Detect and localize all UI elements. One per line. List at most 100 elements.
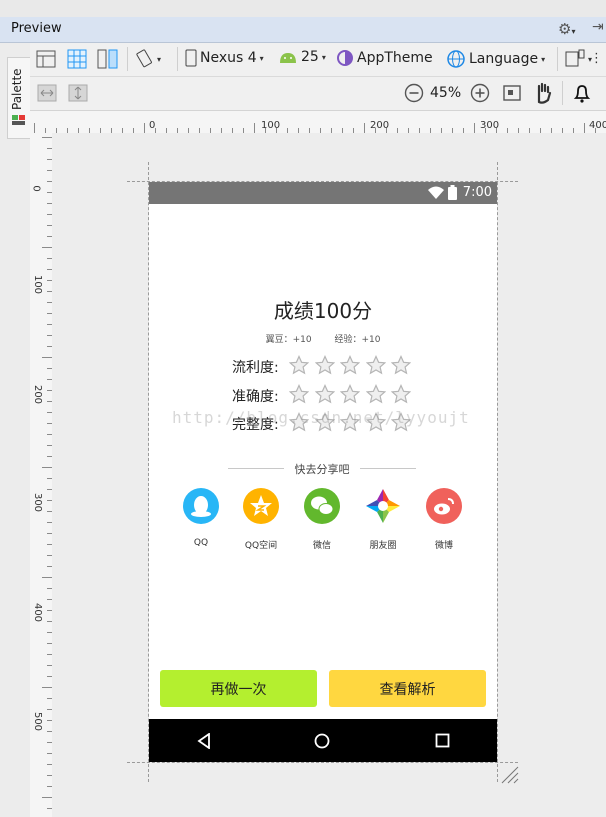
vertical-expand-icon[interactable] <box>68 84 88 102</box>
bounds-guide <box>127 762 518 763</box>
ruler-label: 300 <box>32 492 44 513</box>
pan-icon[interactable] <box>533 82 553 104</box>
zoom-toolbar: 45% <box>30 77 606 111</box>
api-label: 25 <box>301 49 319 65</box>
gear-icon[interactable]: ⚙▾ <box>558 20 575 38</box>
ruler-label: 400 <box>589 120 606 131</box>
star-icon[interactable] <box>365 355 386 375</box>
layout-variants-button[interactable]: ▾ <box>565 49 592 69</box>
share-label: QQ空间 <box>244 541 278 551</box>
qzone-icon <box>243 488 279 524</box>
ruler-label: 100 <box>261 120 281 131</box>
toolbar-separator <box>557 47 558 71</box>
phone-screen: 7:00 成绩100分 翼豆：+10 经验：+10 流利度: 准确度: 完整度:… <box>149 182 497 762</box>
android-icon <box>280 53 296 63</box>
horizontal-ruler: 0 100 200 300 400 <box>30 111 606 134</box>
palette-label[interactable]: Palette <box>10 68 24 110</box>
weibo-icon <box>426 488 462 524</box>
hide-panel-icon[interactable]: ⇥ <box>592 19 604 35</box>
share-label: QQ <box>193 538 209 548</box>
bonus-text: 翼豆：+10 经验：+10 <box>265 335 381 345</box>
star-icon[interactable] <box>289 355 309 375</box>
zoom-in-icon[interactable] <box>470 83 490 103</box>
device-label: Nexus 4 <box>200 50 257 66</box>
ruler-tick <box>42 467 52 468</box>
divider-line <box>360 468 416 469</box>
ruler-tick <box>34 123 35 133</box>
globe-icon <box>447 50 465 68</box>
star-icon[interactable] <box>365 384 386 404</box>
bounds-guide <box>497 162 498 782</box>
fluency-label: 流利度: <box>232 360 279 376</box>
share-label: 朋友圈 <box>369 541 397 551</box>
ruler-tick <box>584 123 585 133</box>
theme-label: AppTheme <box>357 50 433 66</box>
divider-line <box>228 468 284 469</box>
layout-variants-icon <box>565 49 585 67</box>
theme-selector[interactable]: AppTheme <box>336 49 433 67</box>
ruler-label: 400 <box>32 602 44 623</box>
window-title: Preview <box>11 21 62 36</box>
share-qzone-button[interactable] <box>243 488 279 524</box>
retry-button[interactable]: 再做一次 <box>160 670 317 707</box>
ruler-label: 100 <box>32 274 44 295</box>
share-label: 微信 <box>312 541 331 551</box>
zoom-level: 45% <box>430 85 462 101</box>
watermark-text: http://blog.csdn.net/lyyoujt <box>172 408 470 427</box>
share-wechat-button[interactable] <box>304 488 340 524</box>
zoom-to-fit-icon[interactable] <box>502 83 522 103</box>
resize-handle-icon[interactable] <box>498 763 520 785</box>
star-icon[interactable] <box>391 355 411 375</box>
design-toolbar: ▾ Nexus 4 ▾ 25 ▾ AppTheme Language ▾ ▾ ⋮ <box>30 43 606 77</box>
ruler-tick <box>144 123 145 133</box>
vertical-ruler: 0 100 200 300 400 500 <box>30 133 53 817</box>
orientation-button[interactable]: ▾ <box>134 49 161 69</box>
qq-icon <box>183 488 219 524</box>
api-level-selector[interactable]: 25 ▾ <box>278 49 326 65</box>
ruler-tick <box>42 687 52 688</box>
language-selector[interactable]: Language ▾ <box>446 49 545 69</box>
share-moments-button[interactable] <box>365 488 401 524</box>
wechat-icon <box>304 488 340 524</box>
both-view-icon[interactable] <box>97 49 119 69</box>
star-icon[interactable] <box>340 355 360 375</box>
palette-icon[interactable] <box>11 113 27 127</box>
share-label: 微博 <box>434 541 453 551</box>
zoom-out-icon[interactable] <box>404 83 424 103</box>
toolbar-separator <box>127 47 128 71</box>
toolbar-separator <box>177 47 178 71</box>
moments-icon <box>366 489 400 523</box>
accuracy-label: 准确度: <box>232 389 279 405</box>
toolbar-separator <box>562 81 563 105</box>
device-selector[interactable]: Nexus 4 ▾ <box>185 49 264 67</box>
star-icon[interactable] <box>340 384 360 404</box>
star-icon[interactable] <box>314 355 335 375</box>
navigation-bar <box>149 719 497 762</box>
recents-icon[interactable] <box>435 733 450 748</box>
star-icon[interactable] <box>289 384 309 404</box>
theme-icon <box>337 50 353 66</box>
share-weibo-button[interactable] <box>426 488 462 524</box>
ruler-tick <box>42 797 52 798</box>
more-icon[interactable]: ⋮ <box>590 51 603 66</box>
ruler-tick <box>42 247 52 248</box>
blueprint-view-icon[interactable] <box>67 49 87 69</box>
notification-bell-icon[interactable] <box>572 82 592 104</box>
star-icon[interactable] <box>314 384 335 404</box>
ruler-tick <box>42 137 52 138</box>
view-analysis-button[interactable]: 查看解析 <box>329 670 486 707</box>
star-icon[interactable] <box>391 384 411 404</box>
back-icon[interactable] <box>197 733 211 749</box>
wifi-icon <box>428 186 444 199</box>
share-qq-button[interactable] <box>183 488 219 524</box>
design-view-icon[interactable] <box>36 50 56 68</box>
horizontal-expand-icon[interactable] <box>37 84 57 102</box>
ruler-tick <box>42 357 52 358</box>
ruler-label: 0 <box>30 185 42 192</box>
ruler-label: 500 <box>32 711 44 732</box>
home-icon[interactable] <box>314 733 330 749</box>
status-time: 7:00 <box>462 185 492 200</box>
score-title: 成绩100分 <box>273 299 373 323</box>
battery-icon <box>448 185 457 200</box>
ruler-tick <box>254 123 255 133</box>
